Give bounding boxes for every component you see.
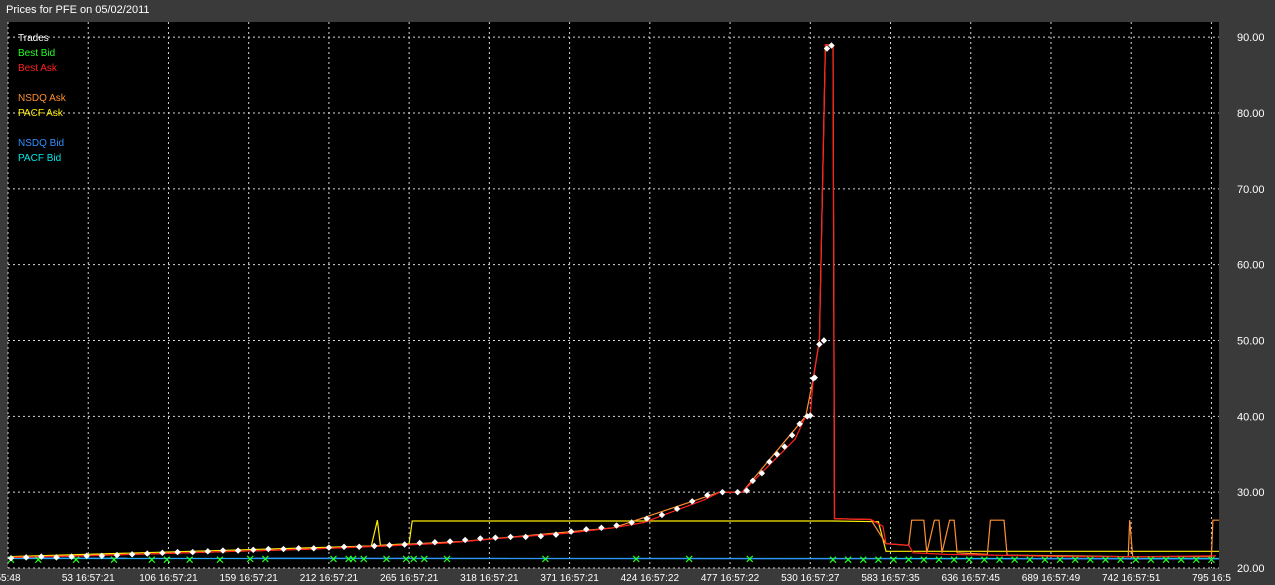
x-tick-label: 530 16:57:27 (781, 573, 840, 584)
x-tick-label: 689 16:57:49 (1022, 573, 1081, 584)
x-tick-label: 55:48 (0, 573, 21, 584)
x-tick-label: 53 16:57:21 (62, 573, 115, 584)
x-tick-label: 371 16:57:21 (540, 573, 599, 584)
legend-item-pacf-ask: PACF Ask (18, 108, 64, 119)
series-line (10, 557, 1220, 560)
x-axis: 55:48 53 16:57:21 106 16:57:21 159 16:57:21… (0, 573, 1231, 584)
y-tick-label: 40.00 (1237, 411, 1265, 423)
y-tick-label: 80.00 (1237, 108, 1265, 120)
price-chart: 20.00 30.00 40.00 50.00 60.00 70.00 80.00 90.00… (0, 22, 1265, 584)
legend-item-trades: Trades (18, 33, 49, 44)
y-tick-label: 50.00 (1237, 336, 1265, 348)
x-tick-label: 159 16:57:21 (219, 573, 278, 584)
y-tick-label: 60.00 (1237, 260, 1265, 272)
x-tick-label: 265 16:57:21 (380, 573, 439, 584)
legend-item-nsdq-bid: NSDQ Bid (18, 138, 64, 149)
y-tick-label: 90.00 (1237, 32, 1265, 44)
x-tick-label: 742 16:57:51 (1102, 573, 1161, 584)
x-tick-label: 583 16:57:35 (861, 573, 920, 584)
legend-item-nsdq-ask: NSDQ Ask (18, 93, 67, 104)
x-tick-label: 106 16:57:21 (139, 573, 198, 584)
legend-item-pacf-bid: PACF Bid (18, 153, 61, 164)
y-tick-label: 30.00 (1237, 487, 1265, 499)
x-tick-label: 477 16:57:22 (701, 573, 760, 584)
y-axis: 20.00 30.00 40.00 50.00 60.00 70.00 80.00 90.00 (1237, 32, 1265, 575)
x-tick-label: 318 16:57:21 (460, 573, 519, 584)
legend-item-best-ask: Best Ask (18, 63, 58, 74)
y-tick-label: 20.00 (1237, 563, 1265, 575)
x-tick-label: 212 16:57:21 (300, 573, 359, 584)
plot-area (8, 22, 1219, 568)
x-tick-label: 795 16:5 (1192, 573, 1231, 584)
legend-item-best-bid: Best Bid (18, 48, 55, 59)
x-tick-label: 424 16:57:22 (621, 573, 680, 584)
x-tick-label: 636 16:57:45 (942, 573, 1001, 584)
series-nsdq-bid (10, 557, 1220, 560)
y-tick-label: 70.00 (1237, 184, 1265, 196)
